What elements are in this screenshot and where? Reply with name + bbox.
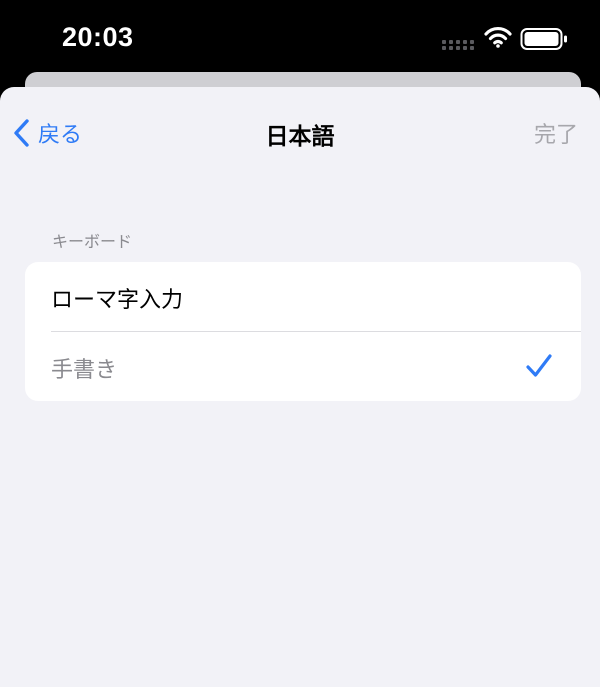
page-title: 日本語 xyxy=(265,124,335,150)
keyboard-item-romaji[interactable]: ローマ字入力 xyxy=(25,262,581,332)
section-header-keyboard: キーボード xyxy=(52,232,133,251)
wifi-icon xyxy=(484,26,512,52)
keyboard-list: ローマ字入力 手書き xyxy=(25,262,581,401)
battery-icon xyxy=(520,27,568,55)
keyboard-item-handwriting[interactable]: 手書き xyxy=(25,332,581,401)
language-sheet: 戻る 日本語 完了 キーボード ローマ字入力 手書き xyxy=(0,87,600,687)
cellular-icon xyxy=(442,36,474,55)
keyboard-item-label: 手書き xyxy=(51,358,118,383)
status-time: 20:03 xyxy=(62,22,134,52)
done-button[interactable]: 完了 xyxy=(534,117,578,149)
keyboard-item-label: ローマ字入力 xyxy=(51,288,184,313)
status-bar: 20:03 xyxy=(0,0,600,72)
checkmark-icon xyxy=(525,353,553,383)
